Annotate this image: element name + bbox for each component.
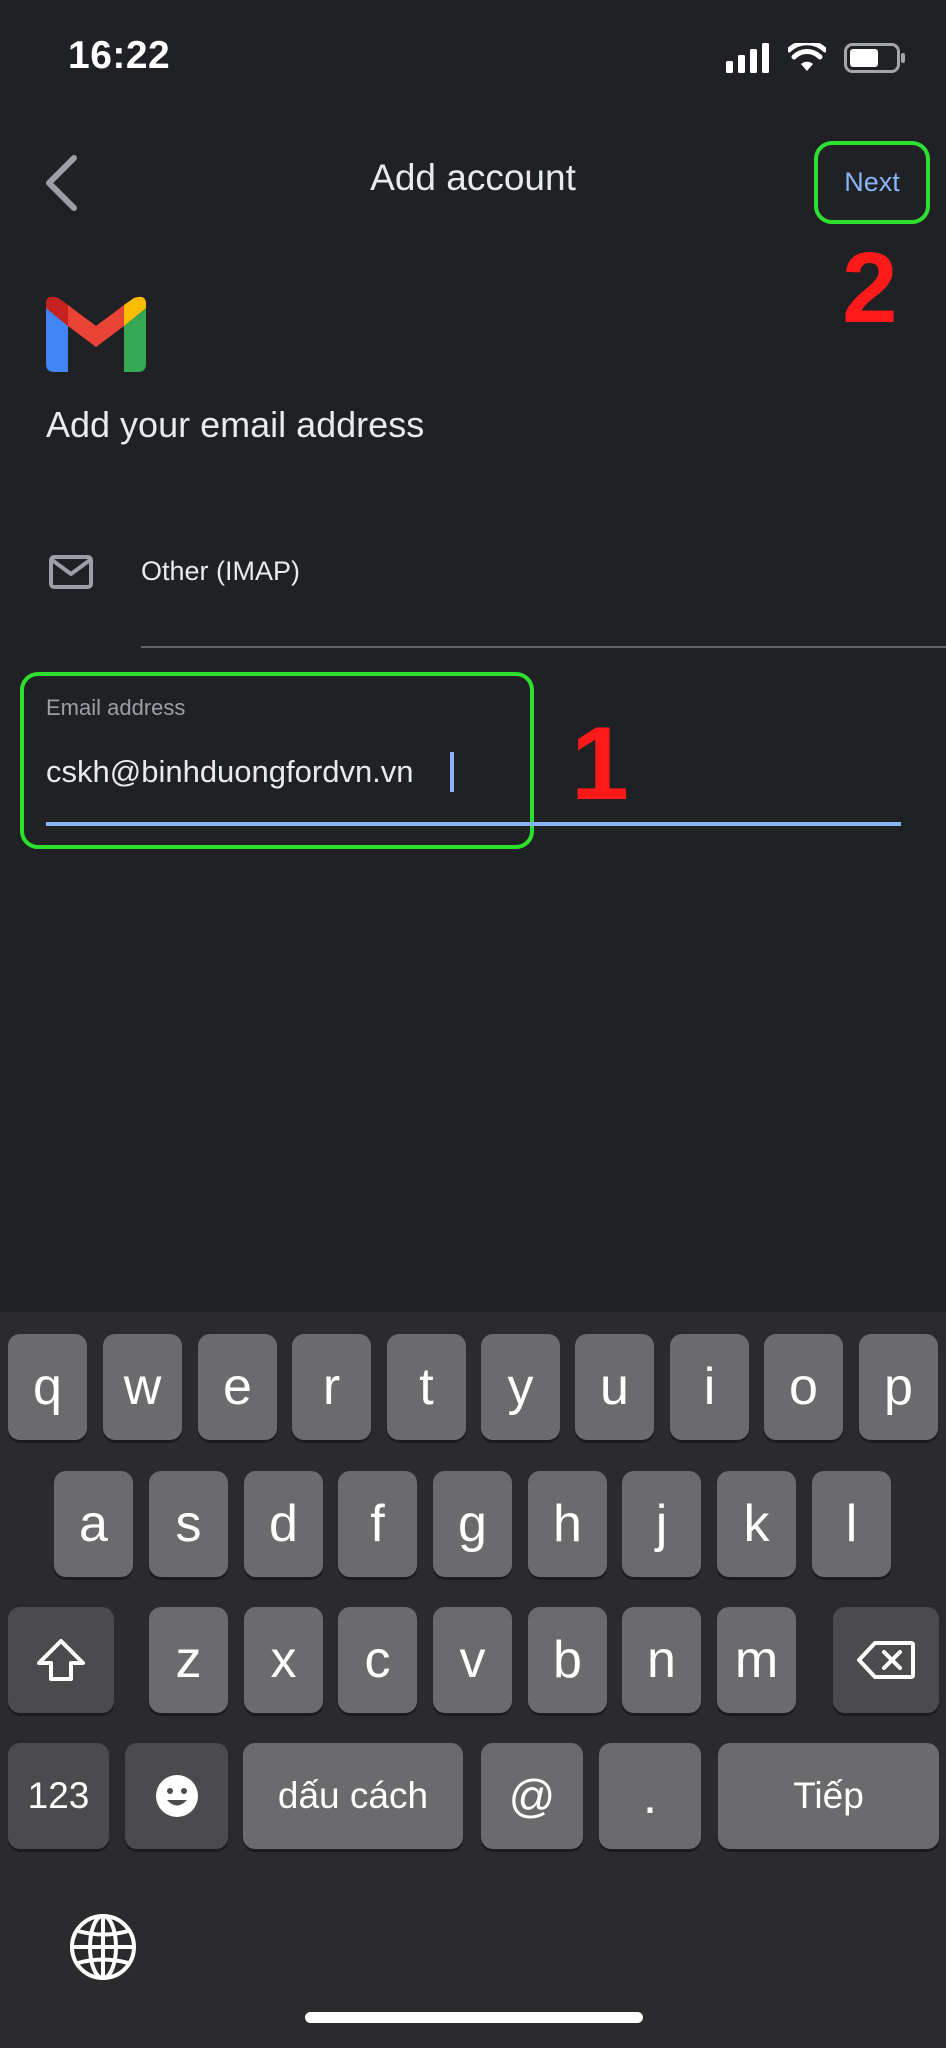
mail-icon — [49, 555, 93, 589]
numbers-key[interactable]: 123 — [8, 1743, 109, 1849]
key-d[interactable]: d — [244, 1471, 323, 1577]
key-j[interactable]: j — [622, 1471, 701, 1577]
key-s[interactable]: s — [149, 1471, 228, 1577]
key-v[interactable]: v — [433, 1607, 512, 1713]
key-y[interactable]: y — [481, 1334, 560, 1440]
key-a[interactable]: a — [54, 1471, 133, 1577]
key-c[interactable]: c — [338, 1607, 417, 1713]
key-x[interactable]: x — [244, 1607, 323, 1713]
return-key[interactable]: Tiếp — [718, 1743, 939, 1849]
email-field-underline — [46, 822, 901, 826]
shift-icon — [37, 1639, 85, 1681]
step-2-annotation: 2 — [842, 232, 898, 344]
emoji-key[interactable] — [125, 1743, 228, 1849]
key-i[interactable]: i — [670, 1334, 749, 1440]
at-key[interactable]: @ — [481, 1743, 583, 1849]
wifi-icon — [788, 43, 826, 71]
status-time: 16:22 — [68, 34, 171, 77]
gmail-logo — [46, 296, 146, 372]
key-r[interactable]: r — [292, 1334, 371, 1440]
key-b[interactable]: b — [528, 1607, 607, 1713]
key-z[interactable]: z — [149, 1607, 228, 1713]
key-n[interactable]: n — [622, 1607, 701, 1713]
key-k[interactable]: k — [717, 1471, 796, 1577]
text-caret — [450, 752, 454, 792]
key-e[interactable]: e — [198, 1334, 277, 1440]
divider — [141, 646, 946, 648]
key-h[interactable]: h — [528, 1471, 607, 1577]
battery-icon — [844, 43, 905, 73]
space-key[interactable]: dấu cách — [243, 1743, 463, 1849]
status-icons — [726, 38, 906, 78]
next-button[interactable]: Next — [814, 141, 930, 224]
key-l[interactable]: l — [812, 1471, 891, 1577]
key-m[interactable]: m — [717, 1607, 796, 1713]
key-p[interactable]: p — [859, 1334, 938, 1440]
key-o[interactable]: o — [764, 1334, 843, 1440]
delete-key[interactable] — [833, 1607, 939, 1713]
email-field-label: Email address — [46, 695, 186, 720]
signal-icon — [726, 43, 769, 73]
dot-key[interactable]: . — [599, 1743, 701, 1849]
globe-icon[interactable] — [68, 1912, 138, 1982]
key-w[interactable]: w — [103, 1334, 182, 1440]
key-g[interactable]: g — [433, 1471, 512, 1577]
key-f[interactable]: f — [338, 1471, 417, 1577]
page-title: Add account — [370, 157, 576, 198]
key-t[interactable]: t — [387, 1334, 466, 1440]
key-q[interactable]: q — [8, 1334, 87, 1440]
next-button-label: Next — [844, 167, 900, 197]
home-indicator[interactable] — [305, 2012, 643, 2023]
backspace-icon — [857, 1641, 915, 1679]
emoji-icon — [155, 1775, 198, 1817]
key-u[interactable]: u — [575, 1334, 654, 1440]
shift-key[interactable] — [8, 1607, 114, 1713]
email-field[interactable] — [46, 748, 466, 796]
add-email-heading: Add your email address — [46, 404, 425, 445]
account-type-label[interactable]: Other (IMAP) — [141, 556, 300, 587]
step-1-annotation: 1 — [571, 706, 629, 822]
